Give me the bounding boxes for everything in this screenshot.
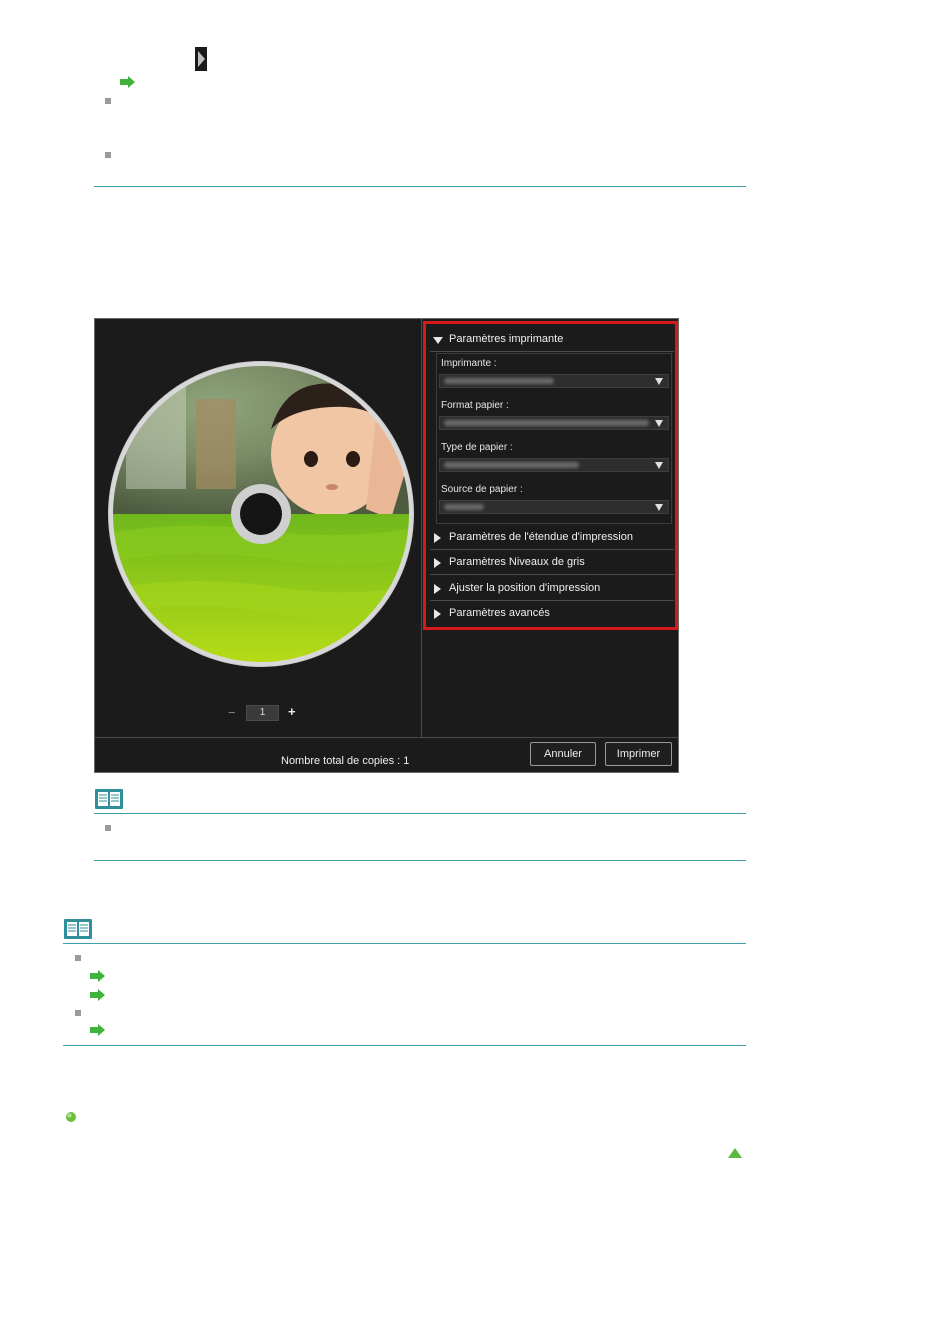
collapsed-triangle-icon [434, 584, 441, 594]
note-divider [94, 860, 746, 861]
printer-label: Imprimante : [441, 358, 497, 369]
note-book-icon [64, 919, 92, 939]
copies-decrement-button[interactable]: − [228, 705, 236, 720]
paper-size-select[interactable] [439, 416, 669, 430]
dropdown-arrow-icon [655, 420, 663, 427]
dropdown-arrow-icon [655, 504, 663, 511]
blurred-value [444, 420, 649, 426]
link-arrow-icon[interactable] [90, 970, 106, 982]
link-arrow-icon[interactable] [120, 76, 136, 88]
collapsed-triangle-icon [434, 558, 441, 568]
green-dot-icon [66, 1112, 76, 1122]
list-bullet [105, 152, 111, 158]
blurred-value [444, 462, 579, 468]
section-print-position[interactable]: Ajuster la position d'impression [430, 577, 674, 601]
disc-preview-image [108, 361, 414, 667]
list-bullet [105, 98, 111, 104]
section-printer-settings-label: Paramètres imprimante [449, 333, 564, 345]
section-divider [94, 186, 746, 187]
note-divider [63, 943, 746, 944]
media-type-select[interactable] [439, 458, 669, 472]
list-bullet [75, 955, 81, 961]
dropdown-arrow-icon [655, 378, 663, 385]
printer-select[interactable] [439, 374, 669, 388]
collapsed-triangle-icon [434, 533, 441, 543]
link-arrow-icon[interactable] [90, 1024, 106, 1036]
printer-settings-fields: Imprimante : Format papier : Type de pap… [436, 353, 672, 524]
paper-size-label: Format papier : [441, 400, 509, 411]
section-print-position-label: Ajuster la position d'impression [449, 582, 601, 594]
section-grayscale[interactable]: Paramètres Niveaux de gris [430, 551, 674, 575]
list-bullet [75, 1010, 81, 1016]
expanded-triangle-icon [433, 337, 443, 344]
section-advanced[interactable]: Paramètres avancés [430, 602, 674, 626]
link-arrow-icon[interactable] [90, 989, 106, 1001]
printer-settings-panel: Paramètres imprimante Imprimante : Forma… [423, 321, 678, 630]
print-button[interactable]: Imprimer [605, 742, 672, 766]
paper-source-select[interactable] [439, 500, 669, 514]
copies-input[interactable]: 1 [246, 705, 279, 721]
section-grayscale-label: Paramètres Niveaux de gris [449, 556, 585, 568]
print-settings-window: − 1 + Paramètres imprimante Imprimante :… [94, 318, 679, 773]
note-book-icon [95, 789, 123, 809]
blurred-value [444, 504, 484, 510]
section-printer-settings[interactable]: Paramètres imprimante [430, 328, 674, 352]
cancel-button[interactable]: Annuler [530, 742, 596, 766]
section-advanced-label: Paramètres avancés [449, 607, 550, 619]
copies-increment-button[interactable]: + [288, 704, 296, 719]
collapsed-triangle-icon [434, 609, 441, 619]
play-arrow-icon [195, 47, 207, 71]
note-divider [94, 813, 746, 814]
section-print-area-label: Paramètres de l'étendue d'impression [449, 531, 633, 543]
blurred-value [444, 378, 554, 384]
window-footer: Nombre total de copies : 1 Annuler Impri… [95, 737, 678, 772]
dropdown-arrow-icon [655, 462, 663, 469]
media-type-label: Type de papier : [441, 442, 513, 453]
list-bullet [105, 825, 111, 831]
section-print-area[interactable]: Paramètres de l'étendue d'impression [430, 526, 674, 550]
total-copies-text: Nombre total de copies : 1 [281, 755, 410, 767]
back-to-top-icon[interactable] [727, 1147, 743, 1159]
note-divider [63, 1045, 746, 1046]
preview-area: − 1 + [95, 319, 422, 737]
paper-source-label: Source de papier : [441, 484, 523, 495]
